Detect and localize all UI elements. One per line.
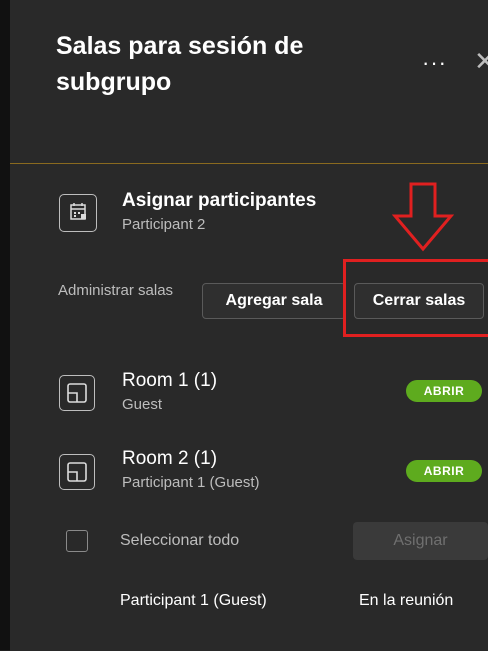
close-icon[interactable]: ✕ (474, 46, 488, 77)
room-icon (59, 454, 95, 490)
more-options-icon[interactable]: ··· (422, 50, 447, 76)
select-all-checkbox[interactable] (66, 530, 88, 552)
manage-rooms-label: Administrar salas (58, 282, 174, 299)
room-name[interactable]: Room 2 (1) (122, 448, 217, 470)
panel-body: Asignar participantes Participant 2 Admi… (10, 163, 488, 651)
participant-name: Participant 1 (Guest) (120, 592, 267, 609)
panel-title: Salas para sesión de subgrupo (56, 32, 304, 96)
panel-header: Salas para sesión de subgrupo ··· ✕ (10, 0, 488, 163)
assign-participants-subtitle: Participant 2 (122, 216, 206, 233)
room-name[interactable]: Room 1 (1) (122, 370, 217, 392)
select-all-label[interactable]: Seleccionar todo (120, 532, 239, 550)
app-edge-strip (0, 0, 10, 650)
room-icon (59, 375, 95, 411)
assign-participants-title[interactable]: Asignar participantes (122, 190, 316, 212)
open-room-badge[interactable]: ABRIR (406, 460, 482, 482)
assign-participants-icon[interactable] (59, 194, 97, 232)
add-room-button[interactable]: Agregar sala (202, 283, 346, 319)
red-highlight-box (343, 259, 488, 337)
red-down-arrow-annotation (392, 182, 454, 252)
open-room-badge[interactable]: ABRIR (406, 380, 482, 402)
room-subtitle: Guest (122, 396, 163, 413)
assign-button[interactable]: Asignar (353, 522, 488, 560)
participant-status[interactable]: En la reunión (359, 592, 453, 610)
breakout-rooms-panel: Salas para sesión de subgrupo ··· ✕ Asig… (10, 0, 488, 651)
room-subtitle: Participant 1 (Guest) (122, 474, 260, 491)
